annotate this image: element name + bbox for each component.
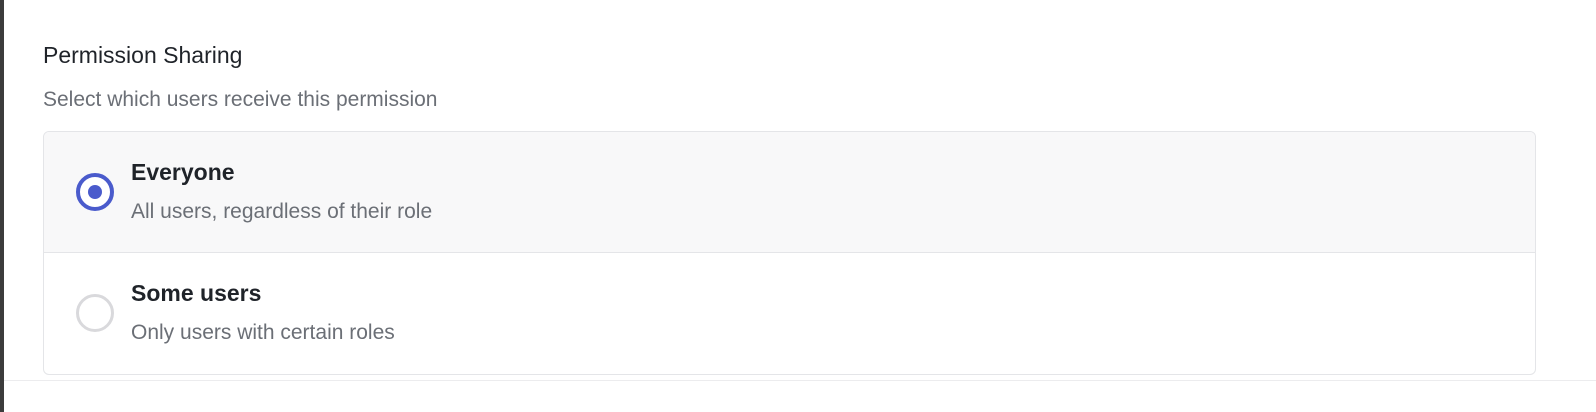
option-some-users-label: Some users — [131, 280, 262, 306]
radio-selected-dot-icon — [88, 185, 102, 199]
sharing-options-radio-group: Everyone All users, regardless of their … — [43, 131, 1536, 375]
radio-some-users[interactable] — [76, 294, 114, 332]
option-everyone-description: All users, regardless of their role — [131, 200, 433, 223]
section-divider — [4, 380, 1596, 381]
section-title: Permission Sharing — [43, 42, 243, 68]
option-some-users-description: Only users with certain roles — [131, 321, 395, 344]
option-everyone[interactable]: Everyone All users, regardless of their … — [44, 132, 1535, 252]
option-some-users[interactable]: Some users Only users with certain roles — [44, 252, 1535, 373]
section-subtitle: Select which users receive this permissi… — [43, 88, 438, 111]
permission-sharing-panel: Permission Sharing Select which users re… — [4, 0, 1596, 412]
option-everyone-label: Everyone — [131, 159, 235, 185]
radio-everyone[interactable] — [76, 173, 114, 211]
